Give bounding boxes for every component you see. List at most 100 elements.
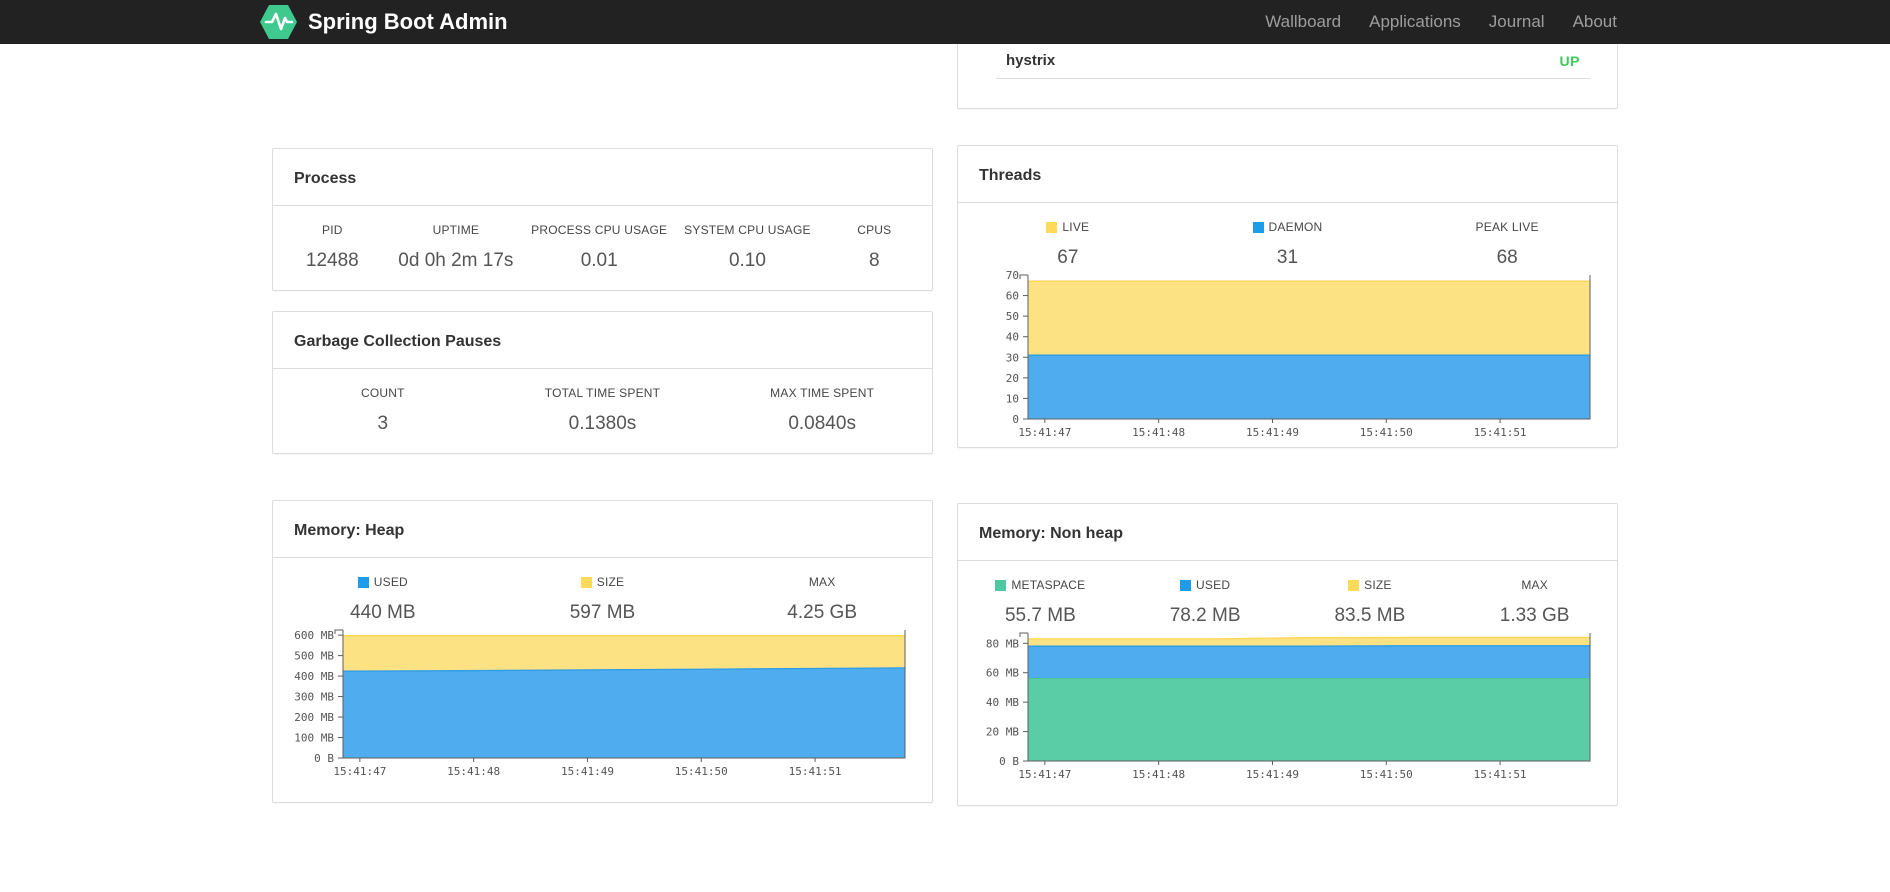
metric-process-cpu: PROCESS CPU USAGE 0.01	[520, 223, 678, 272]
left-column: Process PID 12488 UPTIME 0d 0h 2m 17s PR…	[272, 44, 933, 806]
metric-cpus-value: 8	[869, 250, 880, 271]
metric-uptime-value: 0d 0h 2m 17s	[398, 250, 514, 271]
process-metrics-row: PID 12488 UPTIME 0d 0h 2m 17s PROCESS CP…	[273, 206, 932, 290]
applications-panel-footer	[958, 79, 1617, 108]
svg-text:15:41:50: 15:41:50	[1360, 768, 1413, 781]
metric-nonheap-max: MAX 1.33 GB	[1452, 578, 1617, 627]
process-panel: Process PID 12488 UPTIME 0d 0h 2m 17s PR…	[272, 148, 933, 291]
svg-text:15:41:47: 15:41:47	[1018, 426, 1071, 439]
svg-text:20 MB: 20 MB	[986, 726, 1019, 739]
right-column: hystrix UP Threads LIVE 67 DAEMON 31 PEA…	[957, 44, 1618, 806]
threads-metrics-row: LIVE 67 DAEMON 31 PEAK LIVE 68	[958, 203, 1617, 271]
metric-nonheap-metaspace: METASPACE 55.7 MB	[958, 578, 1123, 627]
metric-system-cpu-value: 0.10	[728, 250, 766, 271]
metric-nonheap-max-value: 1.33 GB	[1499, 605, 1570, 626]
metric-cpus: CPUS 8	[817, 223, 932, 272]
metric-threads-live-label: LIVE	[958, 220, 1178, 234]
svg-text:200 MB: 200 MB	[294, 711, 334, 724]
metric-threads-daemon-label: DAEMON	[1178, 220, 1398, 234]
metric-threads-daemon: DAEMON 31	[1178, 220, 1398, 269]
nav-item-journal[interactable]: Journal	[1475, 0, 1559, 44]
gc-panel-title: Garbage Collection Pauses	[294, 333, 502, 350]
metric-gc-max-time-value: 0.0840s	[788, 413, 856, 434]
application-row-hystrix[interactable]: hystrix UP	[996, 44, 1590, 79]
svg-text:300 MB: 300 MB	[294, 691, 334, 704]
application-name: hystrix	[1006, 52, 1056, 69]
metric-nonheap-size-value: 83.5 MB	[1334, 605, 1406, 626]
svg-text:40 MB: 40 MB	[986, 696, 1019, 709]
svg-text:50: 50	[1006, 310, 1019, 323]
metric-nonheap-used: USED 78.2 MB	[1123, 578, 1288, 627]
metric-system-cpu: SYSTEM CPU USAGE 0.10	[678, 223, 816, 272]
metric-heap-max-value: 4.25 GB	[787, 602, 857, 623]
gc-panel: Garbage Collection Pauses COUNT 3 TOTAL …	[272, 311, 933, 454]
svg-text:15:41:49: 15:41:49	[561, 765, 614, 778]
heap-size-legend-swatch	[580, 576, 592, 588]
svg-text:15:41:51: 15:41:51	[1474, 768, 1527, 781]
metric-threads-peak-label: PEAK LIVE	[1475, 220, 1539, 234]
metric-nonheap-metaspace-value: 55.7 MB	[1004, 605, 1076, 626]
metric-gc-total-time-label: TOTAL TIME SPENT	[544, 386, 661, 400]
metric-gc-count-label: COUNT	[360, 386, 405, 400]
svg-text:500 MB: 500 MB	[294, 650, 334, 663]
metric-heap-size-label: SIZE	[493, 575, 713, 589]
nonheap-used-legend-swatch	[1180, 579, 1192, 591]
metric-threads-peak-value: 68	[1496, 247, 1518, 268]
metric-threads-live-value: 67	[1057, 247, 1079, 268]
navbar-links: Wallboard Applications Journal About	[1251, 0, 1631, 44]
metric-process-cpu-label: PROCESS CPU USAGE	[531, 223, 668, 237]
threads-daemon-legend-swatch	[1252, 221, 1264, 233]
metric-gc-total-time: TOTAL TIME SPENT 0.1380s	[493, 386, 713, 435]
svg-text:15:41:49: 15:41:49	[1246, 768, 1299, 781]
metric-gc-count-value: 3	[377, 413, 389, 434]
metric-nonheap-used-label: USED	[1123, 578, 1288, 592]
metric-pid-value: 12488	[305, 250, 359, 271]
gc-panel-heading: Garbage Collection Pauses	[273, 312, 932, 369]
nav-item-about[interactable]: About	[1559, 0, 1631, 44]
memory-nonheap-panel-heading: Memory: Non heap	[958, 504, 1617, 561]
process-panel-heading: Process	[273, 149, 932, 206]
svg-text:60: 60	[1006, 290, 1019, 303]
svg-text:70: 70	[1006, 271, 1019, 282]
threads-panel: Threads LIVE 67 DAEMON 31 PEAK LIVE 68 0…	[957, 145, 1618, 448]
applications-panel: hystrix UP	[957, 44, 1618, 109]
svg-text:15:41:50: 15:41:50	[1360, 426, 1413, 439]
svg-text:10: 10	[1006, 392, 1019, 405]
svg-text:15:41:47: 15:41:47	[1018, 768, 1071, 781]
nav-item-wallboard[interactable]: Wallboard	[1251, 0, 1355, 44]
svg-text:600 MB: 600 MB	[294, 629, 334, 642]
svg-text:20: 20	[1006, 372, 1019, 385]
nonheap-metaspace-legend-swatch	[995, 579, 1007, 591]
metric-heap-max: MAX 4.25 GB	[712, 575, 932, 624]
metric-threads-daemon-value: 31	[1276, 247, 1299, 268]
svg-text:60 MB: 60 MB	[986, 667, 1019, 680]
metric-uptime: UPTIME 0d 0h 2m 17s	[392, 223, 521, 272]
metric-pid-label: PID	[322, 223, 343, 237]
metric-cpus-label: CPUS	[857, 223, 892, 237]
svg-text:80 MB: 80 MB	[986, 637, 1019, 650]
nonheap-chart-container: 0 B 20 MB 40 MB 60 MB 80 MB 15:41:47 15:41:48 1…	[958, 629, 1617, 805]
metric-pid: PID 12488	[273, 223, 392, 272]
svg-text:15:41:51: 15:41:51	[1474, 426, 1527, 439]
metric-nonheap-used-value: 78.2 MB	[1169, 605, 1241, 626]
application-status-badge: UP	[1559, 52, 1580, 69]
svg-text:400 MB: 400 MB	[294, 670, 334, 683]
metric-gc-count: COUNT 3	[273, 386, 493, 435]
brand[interactable]: Spring Boot Admin	[259, 3, 508, 41]
svg-text:15:41:51: 15:41:51	[789, 765, 842, 778]
threads-chart-container: 0 10 20 30 40 50 60 70 15:41:47 15:41:48 15:41:49 1…	[958, 271, 1617, 447]
metric-nonheap-size: SIZE 83.5 MB	[1288, 578, 1453, 627]
metric-nonheap-max-label: MAX	[1521, 578, 1548, 592]
svg-text:15:41:48: 15:41:48	[1132, 768, 1185, 781]
heap-chart-container: 0 B 100 MB 200 MB 300 MB 400 MB 500 MB 600 MB 1…	[273, 626, 932, 802]
memory-nonheap-panel-title: Memory: Non heap	[979, 525, 1124, 542]
spring-boot-admin-logo-icon	[259, 3, 298, 41]
metric-gc-total-time-value: 0.1380s	[568, 413, 637, 434]
threads-live-legend-swatch	[1046, 221, 1058, 233]
process-panel-title: Process	[294, 170, 357, 187]
memory-heap-panel: Memory: Heap USED 440 MB SIZE 597 MB MAX…	[272, 500, 933, 803]
svg-text:15:41:49: 15:41:49	[1246, 426, 1299, 439]
memory-nonheap-panel: Memory: Non heap METASPACE 55.7 MB USED …	[957, 503, 1618, 806]
metric-uptime-label: UPTIME	[432, 223, 480, 237]
nav-item-applications[interactable]: Applications	[1355, 0, 1475, 44]
